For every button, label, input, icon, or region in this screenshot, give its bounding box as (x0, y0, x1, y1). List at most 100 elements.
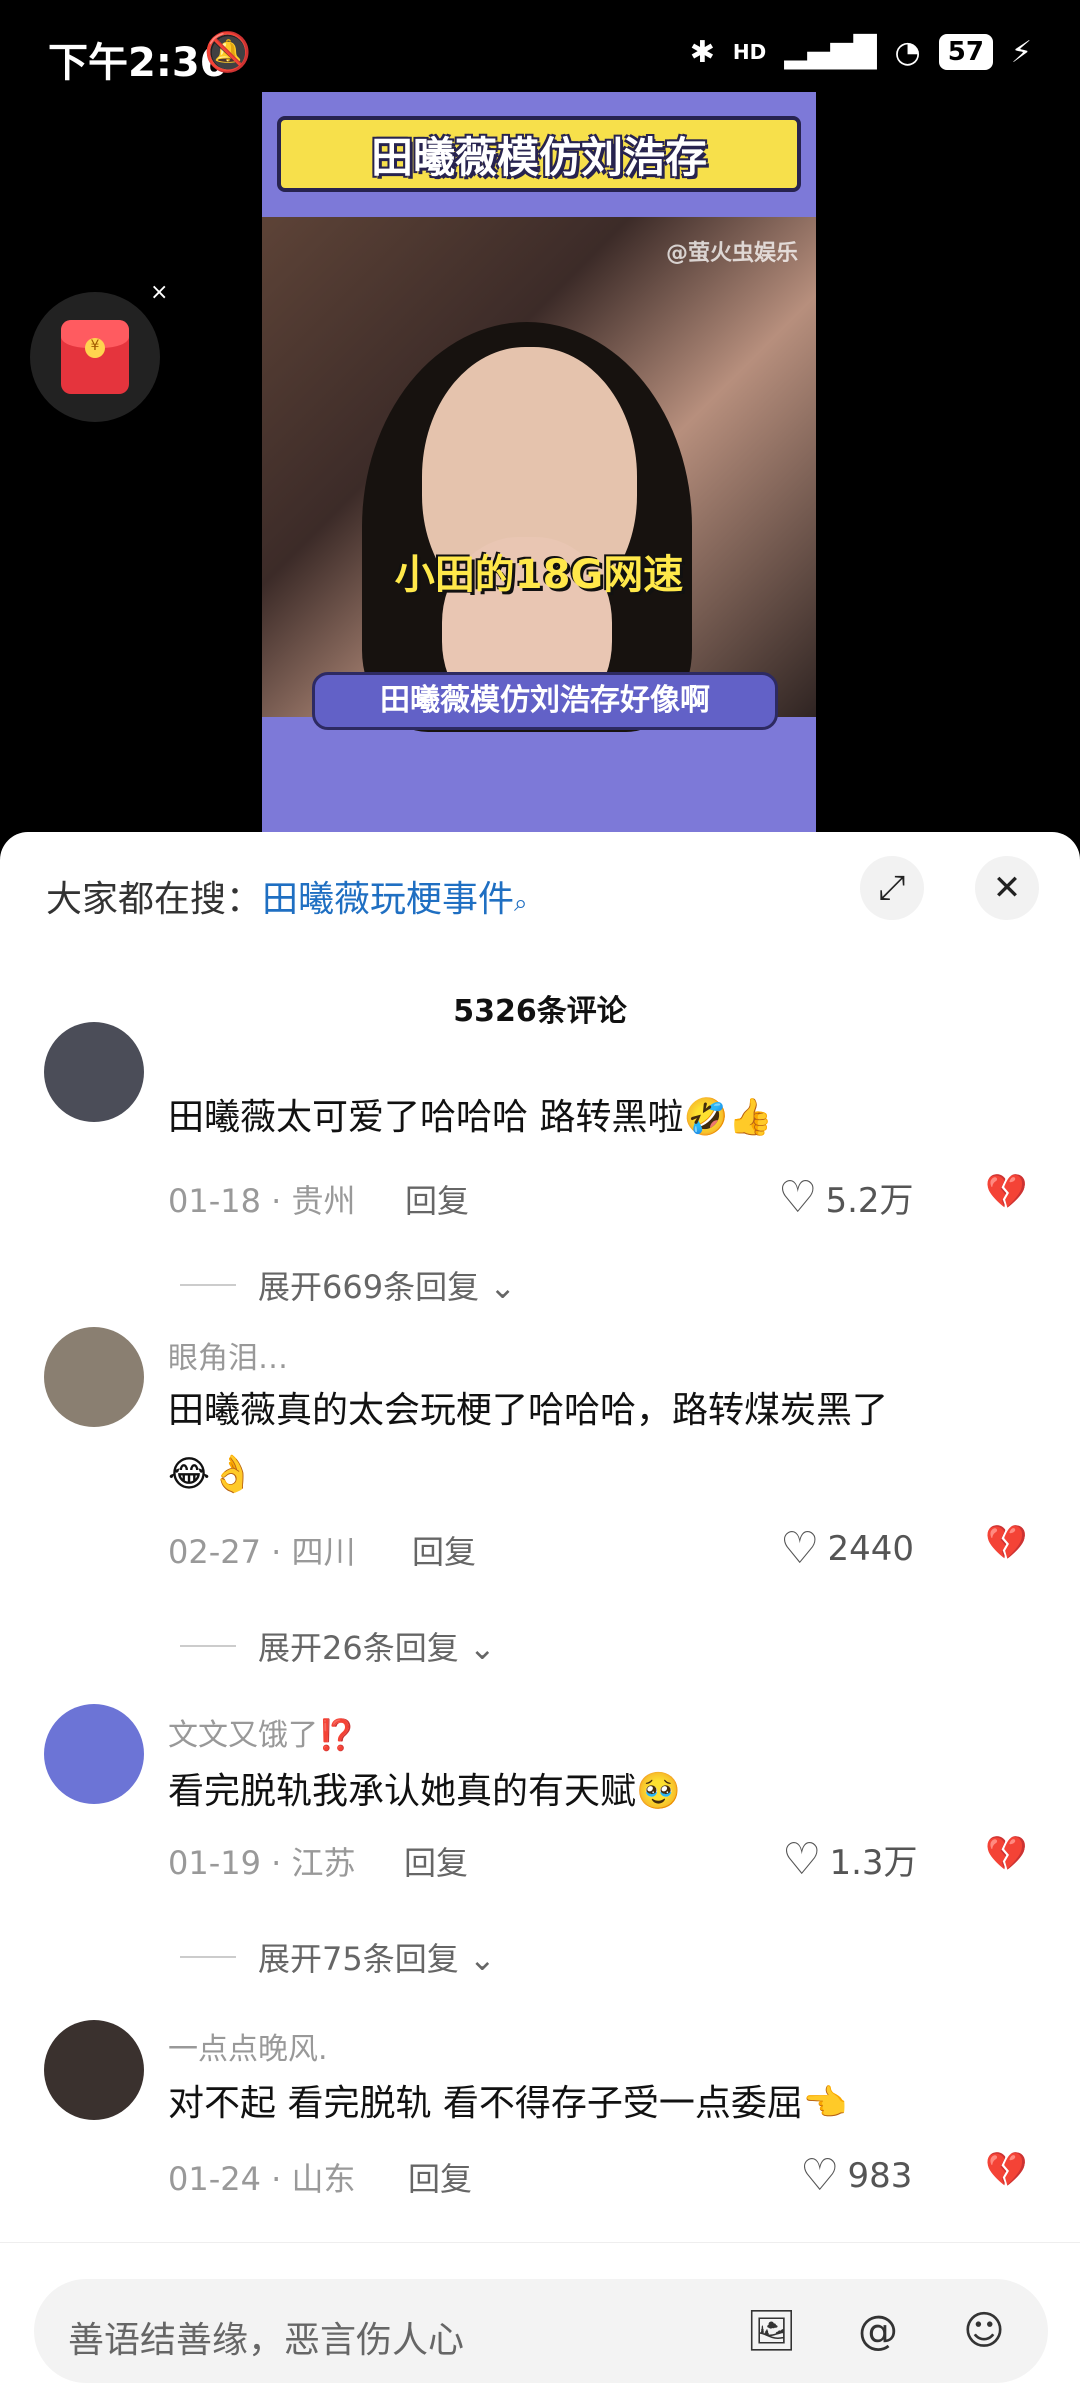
comment-username[interactable]: 眼角泪… (168, 1333, 288, 1377)
red-packet-button[interactable]: ¥ (30, 292, 160, 422)
reply-button[interactable]: 回复 (404, 1838, 468, 1884)
video-photo: @萤火虫娱乐 小田的18G网速 (262, 217, 816, 732)
avatar[interactable] (44, 2020, 144, 2120)
heart-icon: ♡ (800, 2150, 840, 2201)
battery-indicator: 57 (938, 34, 993, 70)
comment-text: 田曦薇太可爱了哈哈哈 路转黑啦🤣👍 (168, 1086, 1018, 1150)
like-count: 1.3万 (829, 1843, 918, 1883)
search-term-link[interactable]: 田曦薇玩梗事件 (262, 879, 514, 920)
comment-emoji: 👈 (802, 2083, 848, 2124)
comment-item: 田曦薇太可爱了哈哈哈 路转黑啦🤣👍 01-18 · 贵州 回复 ♡ 5.2万 💔 … (0, 1022, 1080, 1306)
reply-button[interactable]: 回复 (405, 1176, 469, 1222)
comment-input[interactable]: 善语结善缘，恶言伤人心 🖼 @ ☺ (34, 2279, 1048, 2383)
dislike-icon[interactable]: 💔 (985, 2150, 1027, 2190)
comment-body: 看完脱轨我承认她真的有天赋 (168, 1771, 637, 1812)
reply-button[interactable]: 回复 (412, 1527, 476, 1573)
comment-input-placeholder: 善语结善缘，恶言伤人心 (68, 2320, 465, 2361)
bluetooth-icon: ✱ (689, 34, 715, 70)
comment-text: 对不起 看完脱轨 看不得存子受一点委屈👈 (168, 2072, 1018, 2136)
comment-meta: 02-27 · 四川 (168, 1533, 356, 1571)
expand-replies-label: 展开26条回复 (258, 1629, 459, 1667)
comment-body: 田曦薇真的太会玩梗了哈哈哈，路转煤炭黑了 (168, 1390, 889, 1431)
comment-date: 01-19 (168, 1844, 261, 1882)
reply-button[interactable]: 回复 (408, 2154, 472, 2200)
search-suggestion[interactable]: 大家都在搜：田曦薇玩梗事件⌕ (46, 870, 527, 922)
search-icon: ⌕ (514, 889, 528, 917)
like-button[interactable]: ♡ 1.3万 (782, 1834, 918, 1885)
expand-sheet-button[interactable]: ⤢ (860, 856, 924, 920)
comment-meta: 01-19 · 江苏 (168, 1844, 356, 1882)
comment-item: 一点点晚风. 对不起 看完脱轨 看不得存子受一点委屈👈 01-24 · 山东 回… (0, 2020, 1080, 2220)
comment-input-bar: 善语结善缘，恶言伤人心 🖼 @ ☺ (0, 2242, 1080, 2401)
like-button[interactable]: ♡ 983 (800, 2150, 912, 2201)
video-caption: 小田的18G网速 (394, 552, 684, 598)
comment-emoji: 😂👌 (168, 1454, 255, 1495)
comment-count: 5326条评论 (453, 994, 627, 1029)
comment-location: 四川 (291, 1533, 356, 1571)
search-prefix: 大家都在搜： (46, 879, 263, 920)
like-count: 983 (847, 2155, 913, 2196)
expand-replies-button[interactable]: 展开669条回复 ⌄ (258, 1262, 516, 1308)
comments-sheet: 大家都在搜：田曦薇玩梗事件⌕ ⤢ ✕ 5326条评论 田曦薇太可爱了哈哈哈 路转… (0, 832, 1080, 2401)
expand-divider (180, 1645, 236, 1647)
status-time: 下午2:36 (48, 40, 228, 86)
like-count: 2440 (827, 1528, 914, 1569)
like-count: 5.2万 (825, 1181, 914, 1221)
comment-location: 山东 (291, 2160, 356, 2198)
expand-divider (180, 1956, 236, 1958)
comment-meta: 01-24 · 山东 (168, 2160, 356, 2198)
chevron-down-icon: ⌄ (468, 1629, 496, 1667)
comment-date: 01-24 (168, 2160, 261, 2198)
comment-item: 眼角泪… 田曦薇真的太会玩梗了哈哈哈，路转煤炭黑了 😂👌 02-27 · 四川 回… (0, 1327, 1080, 1667)
wifi-icon: ◔ (894, 34, 921, 70)
like-button[interactable]: ♡ 5.2万 (778, 1172, 914, 1223)
comment-emoji: 🥹 (636, 1771, 681, 1812)
network-label: HD (732, 40, 767, 64)
expand-replies-button[interactable]: 展开75条回复 ⌄ (258, 1934, 496, 1980)
video-subtitle: 田曦薇模仿刘浩存好像啊 (312, 672, 778, 730)
comment-body: 田曦薇太可爱了哈哈哈 路转黑啦 (168, 1097, 684, 1138)
chevron-down-icon: ⌄ (468, 1940, 496, 1978)
dislike-icon[interactable]: 💔 (985, 1523, 1027, 1563)
comment-text: 看完脱轨我承认她真的有天赋🥹 (168, 1760, 1018, 1824)
video-watermark: @萤火虫娱乐 (665, 241, 798, 266)
comment-location: 贵州 (291, 1182, 356, 1220)
chevron-down-icon: ⌄ (489, 1268, 517, 1306)
charging-icon: ⚡ (1010, 34, 1032, 70)
bell-off-icon: 🔕 (204, 30, 252, 74)
emoji-icon[interactable]: ☺ (960, 2307, 1008, 2355)
status-bar: 下午2:36 🔕 ✱ HD ▂▄▆█ ◔ 57 ⚡ (0, 0, 1080, 92)
comment-text: 田曦薇真的太会玩梗了哈哈哈，路转煤炭黑了 😂👌 (168, 1379, 1018, 1507)
red-packet-close-icon[interactable]: × (150, 280, 168, 305)
signal-icon: ▂▄▆█ (784, 34, 877, 70)
comment-meta: 01-18 · 贵州 (168, 1182, 356, 1220)
comment-date: 02-27 (168, 1533, 261, 1571)
comment-username[interactable]: 文文又饿了⁉️ (168, 1710, 355, 1754)
mention-icon[interactable]: @ (854, 2307, 902, 2355)
comment-body: 对不起 看完脱轨 看不得存子受一点委屈 (168, 2083, 803, 2124)
dislike-icon[interactable]: 💔 (985, 1834, 1027, 1874)
close-sheet-button[interactable]: ✕ (975, 856, 1039, 920)
image-icon[interactable]: 🖼 (746, 2307, 797, 2355)
heart-icon: ♡ (778, 1172, 818, 1223)
avatar[interactable] (44, 1327, 144, 1427)
comment-emoji: 🤣👍 (683, 1097, 774, 1138)
expand-divider (180, 1284, 236, 1286)
comment-item: 文文又饿了⁉️ 看完脱轨我承认她真的有天赋🥹 01-19 · 江苏 回复 ♡ 1.… (0, 1704, 1080, 1978)
video-title-banner: 田曦薇模仿刘浩存 (277, 116, 801, 192)
comment-location: 江苏 (291, 1844, 356, 1882)
dislike-icon[interactable]: 💔 (985, 1172, 1027, 1212)
expand-replies-label: 展开669条回复 (258, 1268, 480, 1306)
video-frame[interactable]: 田曦薇模仿刘浩存 @萤火虫娱乐 小田的18G网速 田曦薇模仿刘浩存好像啊 (262, 92, 816, 832)
avatar[interactable] (44, 1704, 144, 1804)
comment-date: 01-18 (168, 1182, 261, 1220)
avatar[interactable] (44, 1022, 144, 1122)
heart-icon: ♡ (780, 1523, 820, 1574)
expand-replies-label: 展开75条回复 (258, 1940, 459, 1978)
status-icons: ✱ HD ▂▄▆█ ◔ 57 ⚡ (690, 34, 1032, 70)
red-packet-coin: ¥ (85, 338, 105, 358)
like-button[interactable]: ♡ 2440 (780, 1523, 914, 1574)
comment-username[interactable]: 一点点晚风. (168, 2024, 328, 2068)
expand-replies-button[interactable]: 展开26条回复 ⌄ (258, 1623, 496, 1669)
video-player[interactable]: 田曦薇模仿刘浩存 @萤火虫娱乐 小田的18G网速 田曦薇模仿刘浩存好像啊 (0, 92, 1080, 832)
